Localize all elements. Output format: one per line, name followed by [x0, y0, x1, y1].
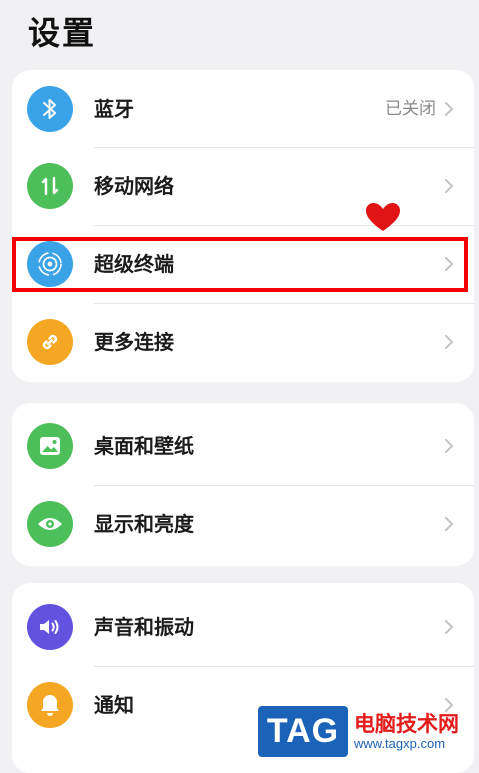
settings-item-mobile-network[interactable]: 移动网络 [12, 148, 474, 224]
settings-item-label: 声音和振动 [94, 615, 194, 639]
settings-item-display-brightness[interactable]: 显示和亮度 [12, 486, 474, 562]
settings-item-label: 显示和亮度 [94, 512, 194, 536]
chevron-right-icon [445, 335, 453, 349]
watermark-url: www.tagxp.com [354, 736, 446, 751]
settings-group-display: 桌面和壁纸 显示和亮度 [12, 403, 474, 566]
chevron-right-icon [445, 439, 453, 453]
settings-item-bluetooth[interactable]: 蓝牙 已关闭 [12, 71, 474, 147]
mobile-data-icon [27, 163, 73, 209]
heart-icon [366, 203, 400, 231]
page-title: 设置 [28, 14, 97, 52]
settings-item-sound-vibration[interactable]: 声音和振动 [12, 589, 474, 665]
link-icon [27, 319, 73, 365]
bluetooth-status: 已关闭 [385, 99, 436, 119]
chevron-right-icon [445, 179, 453, 193]
settings-item-label: 移动网络 [94, 174, 174, 198]
settings-item-more-connections[interactable]: 更多连接 [12, 304, 474, 380]
settings-item-label: 桌面和壁纸 [94, 434, 194, 458]
bell-icon [27, 682, 73, 728]
chevron-right-icon [445, 620, 453, 634]
chevron-right-icon [445, 517, 453, 531]
settings-item-label: 更多连接 [94, 330, 174, 354]
watermark-logo: TAG [258, 706, 348, 757]
settings-group-connectivity: 蓝牙 已关闭 移动网络 超级终端 更多连接 [12, 70, 474, 382]
speaker-icon [27, 604, 73, 650]
eye-icon [27, 501, 73, 547]
settings-item-label: 通知 [94, 693, 134, 717]
highlight-box [12, 237, 468, 292]
settings-item-wallpaper[interactable]: 桌面和壁纸 [12, 408, 474, 484]
watermark: TAG 电脑技术网 www.tagxp.com [258, 706, 479, 757]
chevron-right-icon [445, 102, 453, 116]
settings-item-label: 蓝牙 [94, 97, 134, 121]
bluetooth-icon [27, 86, 73, 132]
watermark-site-name: 电脑技术网 [354, 712, 459, 736]
wallpaper-icon [27, 423, 73, 469]
